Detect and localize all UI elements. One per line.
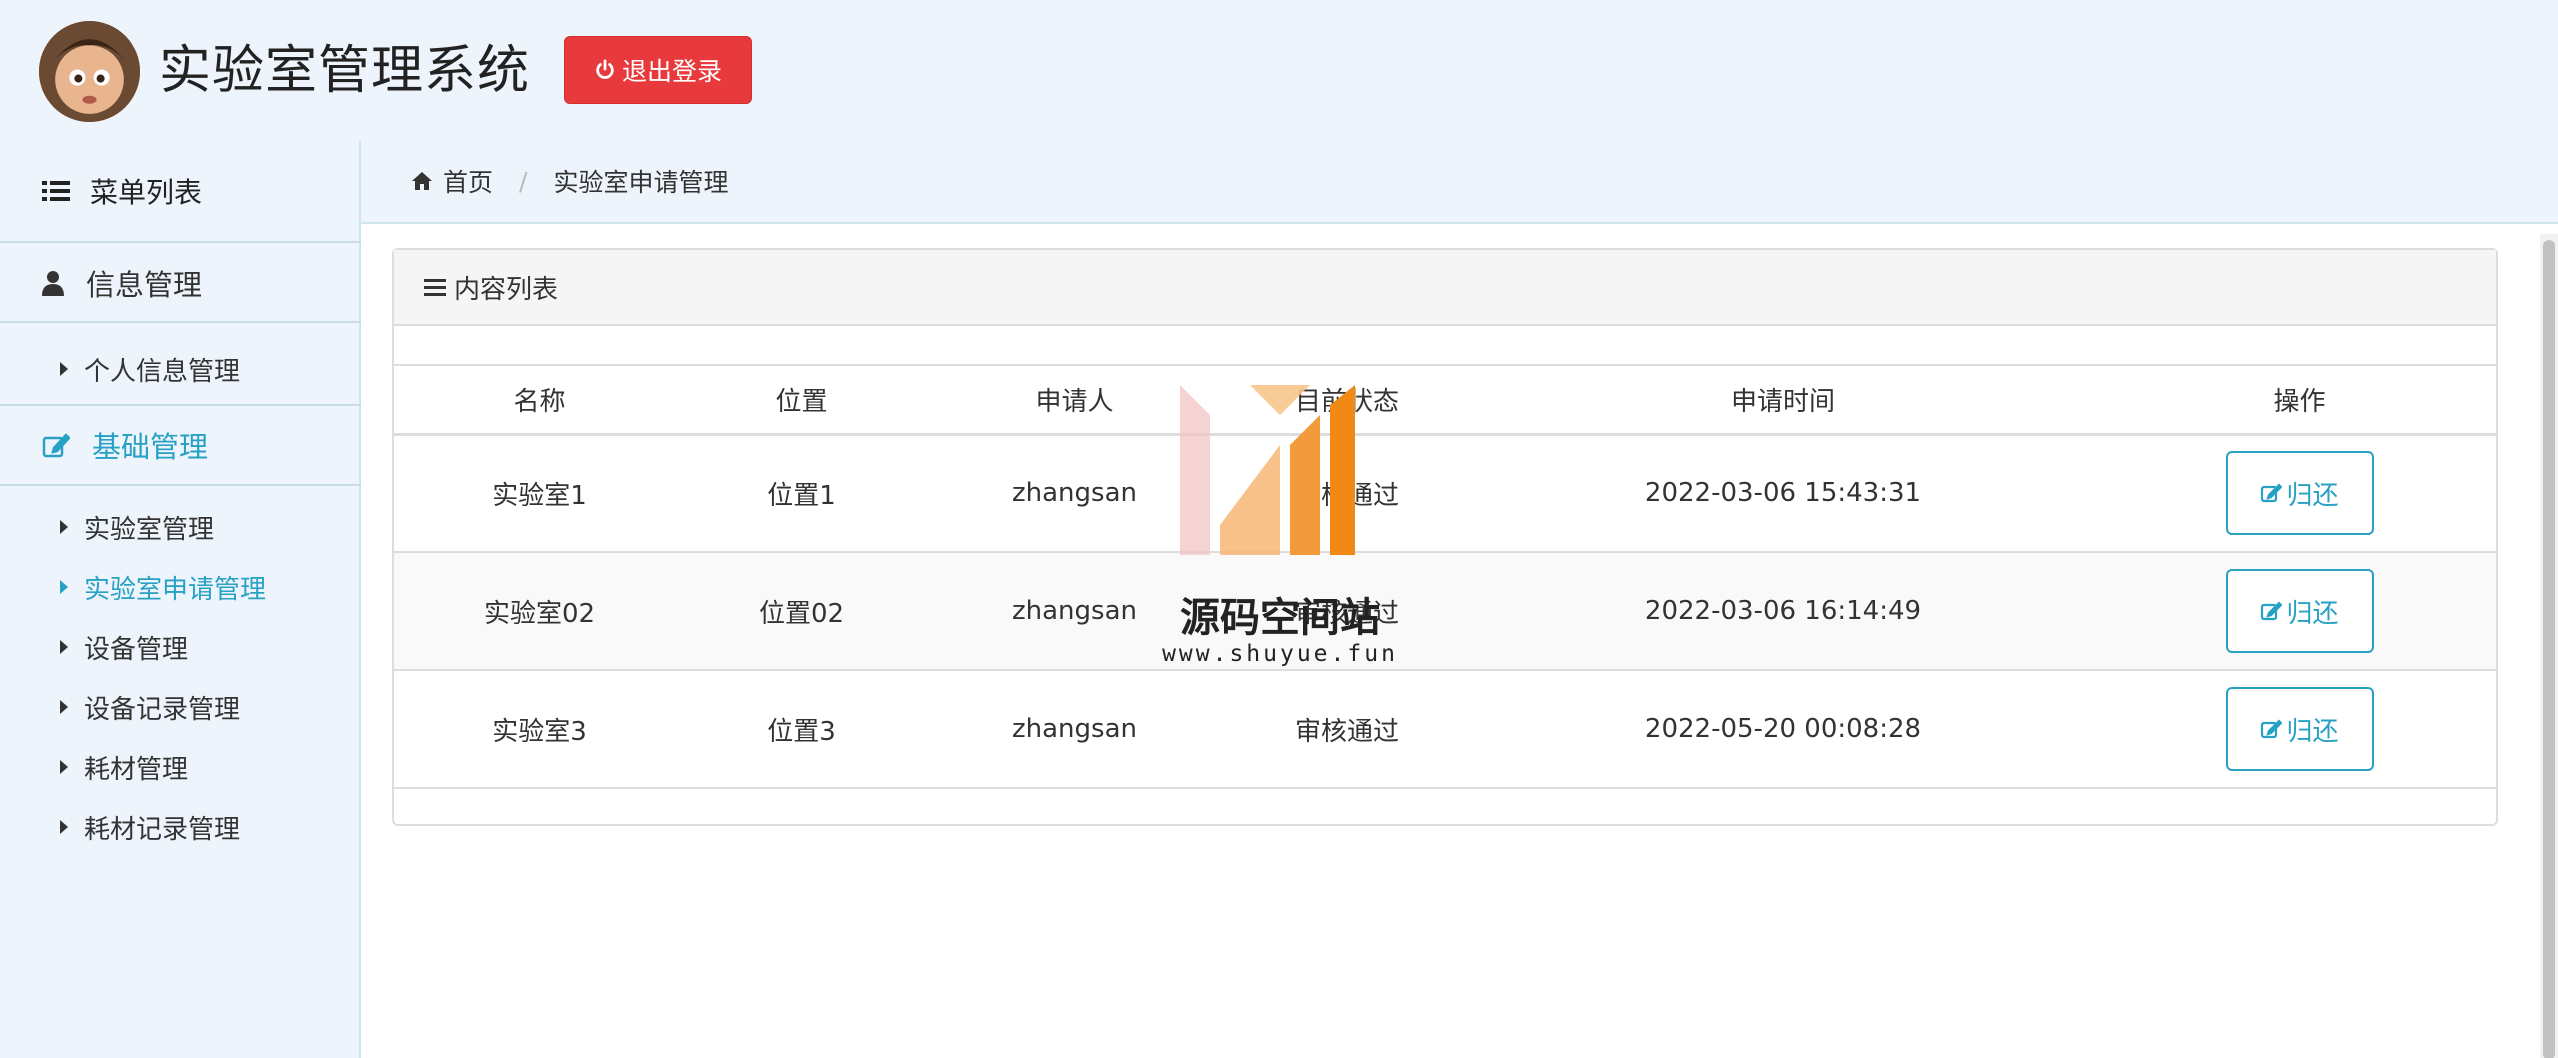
cell-action: 归还 [2103, 552, 2496, 671]
edit-icon [2261, 719, 2283, 739]
content-panel: 内容列表 名称 位置 申请人 目前状态 申请时间 操作 实验室1 位置1 zha… [392, 248, 2498, 826]
scrollbar-thumb[interactable] [2543, 240, 2555, 1058]
sidebar-section-basic[interactable]: 基础管理 [0, 406, 361, 486]
return-button[interactable]: 归还 [2225, 451, 2374, 536]
column-header-position: 位置 [685, 366, 918, 436]
sidebar: 菜单列表 信息管理 个人信息管理 基础管理 实验室管理 实验室申请管理 设备管理… [0, 140, 361, 1058]
cell-applicant: zhangsan [918, 670, 1231, 789]
caret-right-icon [60, 820, 68, 834]
menu-header: 菜单列表 [0, 140, 361, 243]
watermark-logo [1180, 385, 1355, 555]
caret-right-icon [60, 640, 68, 654]
return-button-label: 归还 [2286, 598, 2339, 629]
list-icon [42, 180, 70, 201]
caret-right-icon [60, 580, 68, 594]
table-row: 实验室02 位置02 zhangsan 审核通过 2022-03-06 16:1… [394, 552, 2496, 671]
cell-status: 审核通过 [1231, 670, 1463, 789]
main-content: 内容列表 名称 位置 申请人 目前状态 申请时间 操作 实验室1 位置1 zha… [361, 222, 2558, 1058]
sidebar-item-equipment[interactable]: 设备管理 [0, 617, 361, 677]
sidebar-item-personal-info[interactable]: 个人信息管理 [0, 334, 361, 404]
caret-right-icon [60, 520, 68, 534]
cell-action: 归还 [2103, 434, 2496, 553]
watermark-url: www.shuyue.fun [1162, 641, 1398, 667]
breadcrumb-current: 实验室申请管理 [553, 168, 729, 197]
sidebar-item-lab-application[interactable]: 实验室申请管理 [0, 557, 361, 617]
table-row: 实验室3 位置3 zhangsan 审核通过 2022-05-20 00:08:… [394, 670, 2496, 789]
cell-time: 2022-05-20 00:08:28 [1463, 670, 2103, 789]
column-header-time: 申请时间 [1463, 366, 2103, 436]
user-icon [42, 271, 64, 296]
cell-name: 实验室3 [394, 670, 685, 789]
cell-position: 位置3 [685, 670, 918, 789]
avatar [39, 21, 140, 122]
sidebar-item-label: 实验室管理 [84, 514, 215, 545]
return-button-label: 归还 [2286, 716, 2339, 747]
sidebar-item-label: 耗材管理 [84, 754, 189, 785]
sidebar-section-label: 基础管理 [92, 430, 209, 464]
sidebar-item-label: 设备管理 [84, 634, 189, 665]
sidebar-item-label: 实验室申请管理 [84, 574, 267, 605]
caret-right-icon [60, 700, 68, 714]
vertical-scrollbar[interactable] [2540, 234, 2558, 1058]
panel-header: 内容列表 [394, 250, 2496, 326]
return-button[interactable]: 归还 [2225, 687, 2374, 771]
sidebar-item-lab[interactable]: 实验室管理 [0, 497, 361, 557]
cell-name: 实验室02 [394, 552, 685, 671]
sidebar-section-label: 信息管理 [86, 268, 203, 302]
logout-label: 退出登录 [621, 57, 722, 86]
cell-name: 实验室1 [394, 434, 685, 553]
cell-position: 位置1 [685, 434, 918, 553]
sidebar-item-label: 个人信息管理 [84, 356, 241, 387]
cell-position: 位置02 [685, 552, 918, 671]
home-icon [412, 172, 432, 190]
watermark: 源码空间站 www.shuyue.fun [1160, 385, 1400, 675]
breadcrumb: 首页 / 实验室申请管理 [361, 140, 2558, 222]
sidebar-section-info[interactable]: 信息管理 [0, 245, 361, 323]
table-header-row: 名称 位置 申请人 目前状态 申请时间 操作 [394, 366, 2496, 436]
top-header: 实验室管理系统 退出登录 [0, 0, 2558, 140]
column-header-action: 操作 [2103, 366, 2496, 436]
return-button-label: 归还 [2286, 480, 2339, 511]
sidebar-item-consumables[interactable]: 耗材管理 [0, 737, 361, 797]
panel-toolbar [394, 326, 2496, 366]
sidebar-item-consumable-records[interactable]: 耗材记录管理 [0, 797, 361, 857]
caret-right-icon [60, 760, 68, 774]
power-icon [596, 59, 614, 79]
breadcrumb-separator: / [519, 166, 528, 196]
logout-button[interactable]: 退出登录 [564, 36, 752, 104]
application-table: 名称 位置 申请人 目前状态 申请时间 操作 实验室1 位置1 zhangsan… [394, 366, 2496, 789]
edit-icon [2261, 483, 2283, 503]
column-header-name: 名称 [394, 366, 685, 436]
menu-title: 菜单列表 [90, 175, 203, 209]
app-title: 实验室管理系统 [159, 41, 531, 101]
caret-right-icon [60, 362, 68, 376]
sidebar-item-label: 设备记录管理 [84, 694, 241, 725]
bars-icon [424, 279, 446, 296]
sidebar-item-equipment-records[interactable]: 设备记录管理 [0, 677, 361, 737]
cell-time: 2022-03-06 15:43:31 [1463, 434, 2103, 553]
panel-title: 内容列表 [454, 274, 559, 305]
sidebar-item-label: 耗材记录管理 [84, 814, 241, 845]
cell-action: 归还 [2103, 670, 2496, 789]
table-row: 实验室1 位置1 zhangsan 审核通过 2022-03-06 15:43:… [394, 434, 2496, 553]
watermark-title: 源码空间站 [1180, 595, 1380, 641]
edit-icon [42, 433, 70, 458]
edit-icon [2261, 601, 2283, 621]
return-button[interactable]: 归还 [2225, 569, 2374, 653]
cell-time: 2022-03-06 16:14:49 [1463, 552, 2103, 671]
breadcrumb-home[interactable]: 首页 [443, 163, 493, 199]
